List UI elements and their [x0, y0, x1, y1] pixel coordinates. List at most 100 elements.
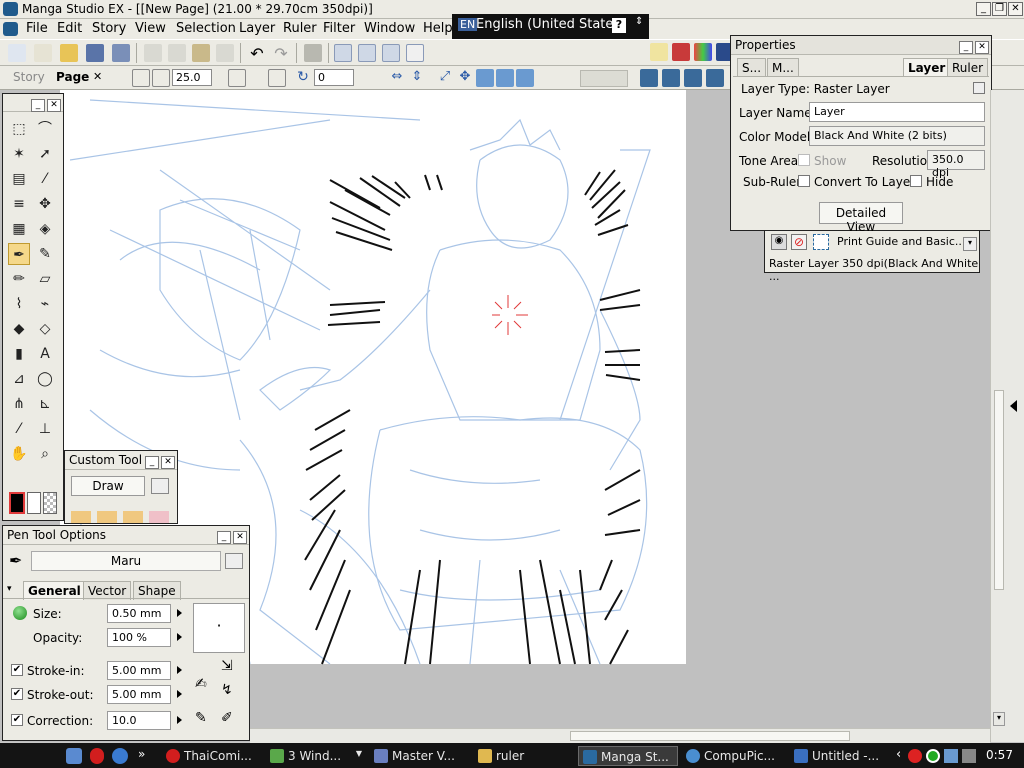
tab-story-props[interactable]: S... [737, 58, 767, 77]
pen-icon[interactable]: ✒ [8, 243, 30, 265]
quicklaunch-opera-icon[interactable] [90, 748, 104, 764]
print-guide-icon[interactable] [382, 44, 400, 62]
quicklaunch-app-icon[interactable] [66, 748, 82, 764]
tray-chevron-icon[interactable]: ‹ [896, 747, 901, 762]
pattern-fill-icon[interactable]: ◇ [34, 318, 56, 340]
menu-help[interactable]: Help [423, 21, 453, 36]
canvas-icon[interactable] [406, 44, 424, 62]
tab-page[interactable]: Page [56, 70, 89, 84]
menu-file[interactable]: File [26, 21, 48, 36]
ruler-snap-icon[interactable] [476, 69, 494, 87]
document-icon[interactable] [3, 22, 18, 36]
clear-icon[interactable] [216, 44, 234, 62]
quicklaunch-browser-icon[interactable] [112, 748, 128, 764]
transform-icon[interactable]: ◈ [34, 218, 56, 240]
custom-tool-close-button[interactable]: ✕ [161, 456, 175, 469]
task-windows-group[interactable]: 3 Wind... ▼ [266, 746, 366, 766]
stroke-in-arrow-icon[interactable] [177, 666, 182, 674]
language-code[interactable]: EN [458, 18, 478, 31]
menu-filter[interactable]: Filter [323, 21, 355, 36]
stamp-icon[interactable]: ⊥ [34, 418, 56, 440]
pressure-in-icon[interactable]: ⇲ [221, 658, 233, 674]
help-icon[interactable]: ? [612, 18, 626, 33]
tab-layer-props[interactable]: Layer [903, 58, 951, 77]
rotate-page-icon[interactable] [268, 69, 286, 87]
size-arrow-icon[interactable] [177, 609, 182, 617]
layer1-name[interactable]: Print Guide and Basic... [837, 235, 965, 248]
page-close-icon[interactable]: ✕ [93, 70, 102, 83]
layer-name-field[interactable]: Layer [809, 102, 985, 122]
page-view-icon[interactable] [358, 44, 376, 62]
cut-icon[interactable] [144, 44, 162, 62]
new-story-icon[interactable] [8, 44, 26, 62]
background-color-swatch[interactable] [27, 492, 41, 514]
task-compupic[interactable]: CompuPic... [682, 746, 786, 766]
correction-mode-icon[interactable]: ✎ [195, 710, 207, 726]
tray-status-icon[interactable] [926, 749, 940, 763]
ellipse-icon[interactable]: ◯ [34, 368, 56, 390]
pressure-out-icon[interactable]: ↯ [221, 682, 233, 698]
foreground-color-swatch[interactable] [9, 492, 25, 514]
open-icon[interactable] [60, 44, 78, 62]
redo-icon[interactable]: ↷ [272, 44, 290, 63]
close-button[interactable]: ✕ [1008, 2, 1023, 16]
horizontal-scrollbar[interactable] [250, 728, 990, 743]
custom-tool-menu-icon[interactable] [151, 478, 169, 494]
language-label[interactable]: English (United States) [476, 17, 625, 32]
palette-icon[interactable] [694, 43, 712, 61]
show-checkbox[interactable] [798, 154, 810, 166]
hide-checkbox[interactable] [910, 175, 922, 187]
object-select-icon[interactable]: ➚ [34, 143, 56, 165]
save-icon[interactable] [86, 44, 104, 62]
tools-min-button[interactable]: _ [31, 99, 45, 112]
vertical-scrollbar[interactable]: ▾ [990, 90, 1007, 742]
stroke-in-checkbox[interactable]: ✔ [11, 664, 23, 676]
scroll-down-icon[interactable]: ▾ [993, 712, 1005, 726]
size-field[interactable]: 0.50 mm [107, 604, 171, 623]
transparent-color-swatch[interactable] [43, 492, 57, 514]
task-thaicomi[interactable]: ThaiComi... [162, 746, 262, 766]
convert-checkbox[interactable] [798, 175, 810, 187]
custom-tool-dropdown[interactable]: Draw [71, 476, 145, 496]
menu-selection[interactable]: Selection [176, 21, 236, 36]
collapse-chevron-icon[interactable]: ▾ [7, 584, 12, 594]
zoom-out-icon[interactable] [152, 69, 170, 87]
rect-select-icon[interactable]: ⬚ [8, 118, 30, 140]
layer2-name[interactable]: Raster Layer 350 dpi(Black And White ... [769, 257, 979, 283]
menu-view[interactable]: View [135, 21, 166, 36]
restore-button[interactable]: ❐ [992, 2, 1007, 16]
tab-story[interactable]: Story [6, 70, 52, 88]
pressure-curve-icon[interactable]: ✍ [195, 676, 207, 692]
zoom-field[interactable]: 25.0 [172, 69, 212, 86]
speed-line-icon[interactable]: ⋔ [8, 393, 30, 415]
task-ruler-folder[interactable]: ruler [474, 746, 574, 766]
fit-icon[interactable]: ⤢ [436, 69, 454, 87]
marker-tool-icon[interactable] [640, 69, 658, 87]
detailed-view-button[interactable]: Detailed View [819, 202, 903, 234]
guide-snap-icon[interactable] [496, 69, 514, 87]
correction-checkbox[interactable]: ✔ [11, 714, 23, 726]
rotate-icon[interactable]: ↻ [294, 69, 312, 87]
marker-icon[interactable]: ✎ [34, 243, 56, 265]
ruler-tool-icon[interactable] [662, 69, 680, 87]
filter-tool-icon[interactable] [706, 69, 724, 87]
menu-layer[interactable]: Layer [239, 21, 275, 36]
task-untitled[interactable]: Untitled -... [790, 746, 890, 766]
color-icon[interactable] [672, 43, 690, 61]
correction-arrow-icon[interactable] [177, 716, 182, 724]
rotate-field[interactable]: 0 [314, 69, 354, 86]
grid-icon[interactable]: ▦ [8, 218, 30, 240]
view-mode-icon[interactable] [334, 44, 352, 62]
eye-icon[interactable]: ◉ [771, 234, 787, 250]
move-icon[interactable]: ✥ [34, 193, 56, 215]
paste-icon[interactable] [192, 44, 210, 62]
undo-icon[interactable]: ↶ [248, 44, 266, 63]
brush-icon[interactable]: ⌇ [8, 293, 30, 315]
print-icon[interactable] [304, 44, 322, 62]
polyline-icon[interactable]: ⊿ [8, 368, 30, 390]
correction-field[interactable]: 10.0 [107, 711, 171, 730]
tray-volume-icon[interactable] [962, 749, 976, 763]
copy-icon[interactable] [168, 44, 186, 62]
menu-window[interactable]: Window [364, 21, 415, 36]
minimize-button[interactable]: _ [976, 2, 991, 16]
